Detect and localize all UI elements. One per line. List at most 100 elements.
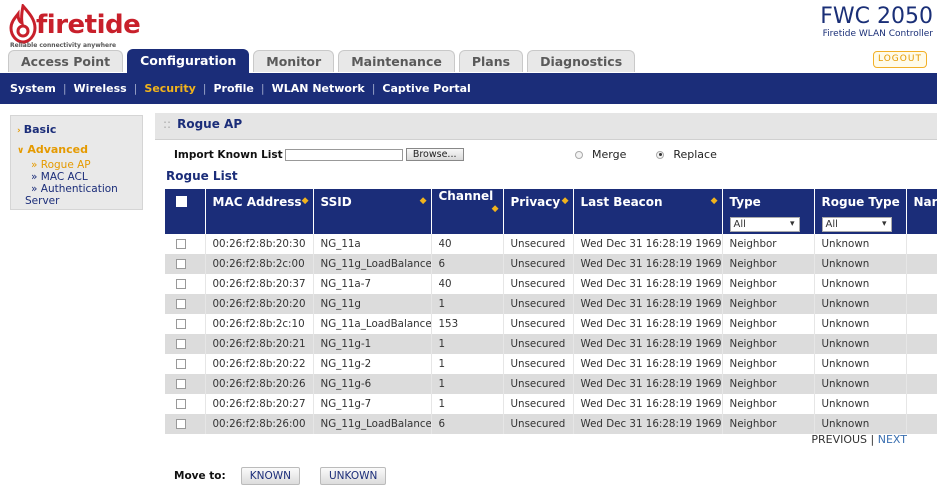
browse-button[interactable]: Browse... bbox=[405, 148, 464, 161]
row-checkbox[interactable] bbox=[176, 299, 186, 309]
row-checkbox[interactable] bbox=[176, 259, 186, 269]
subnav-wireless[interactable]: Wireless bbox=[74, 82, 127, 95]
table-row[interactable]: 00:26:f2:8b:20:20 NG_11g 1 Unsecured Wed Dec… bbox=[165, 294, 937, 314]
tab-plans[interactable]: Plans bbox=[458, 50, 524, 72]
channel-cell: 40 bbox=[431, 234, 504, 254]
tab-monitor[interactable]: Monitor bbox=[253, 50, 335, 72]
sort-icon[interactable]: ◆ bbox=[711, 196, 718, 206]
last-beacon-cell: Wed Dec 31 16:28:19 1969 bbox=[573, 394, 723, 414]
chevron-down-icon: ∨ bbox=[17, 146, 25, 156]
sub-navigation: System | Wireless | Security | Profile |… bbox=[0, 73, 937, 104]
table-row[interactable]: 00:26:f2:8b:20:30 NG_11a 40 Unsecured Wed De… bbox=[165, 234, 937, 254]
column-header-mac[interactable]: MAC Address ◆ bbox=[205, 189, 314, 214]
table-row[interactable]: 00:26:f2:8b:20:27 NG_11g-7 1 Unsecured Wed D… bbox=[165, 394, 937, 414]
product-name: FWC 2050 bbox=[820, 4, 933, 29]
row-checkbox[interactable] bbox=[176, 319, 186, 329]
subnav-captive-portal[interactable]: Captive Portal bbox=[382, 82, 470, 95]
product-block: FWC 2050 Firetide WLAN Controller bbox=[820, 4, 933, 39]
row-checkbox[interactable] bbox=[176, 399, 186, 409]
tab-diagnostics[interactable]: Diagnostics bbox=[527, 50, 636, 72]
name-cell bbox=[906, 374, 937, 394]
sidebar-item-authentication-server-cont[interactable]: Server bbox=[17, 195, 142, 207]
last-beacon-cell: Wed Dec 31 16:28:19 1969 bbox=[573, 414, 723, 434]
table-row[interactable]: 00:26:f2:8b:2c:10 NG_11a_LoadBalance 153 Un… bbox=[165, 314, 937, 334]
row-checkbox[interactable] bbox=[176, 379, 186, 389]
column-header-name[interactable]: Nar bbox=[906, 189, 937, 214]
move-known-button[interactable]: KNOWN bbox=[240, 467, 300, 485]
column-header-last-beacon[interactable]: Last Beacon ◆ bbox=[573, 189, 723, 214]
tab-access-point[interactable]: Access Point bbox=[8, 50, 124, 72]
subnav-wlan-network[interactable]: WLAN Network bbox=[272, 82, 365, 95]
merge-radio[interactable] bbox=[575, 150, 583, 159]
column-header-label: Nar bbox=[913, 194, 937, 209]
row-checkbox[interactable] bbox=[176, 239, 186, 249]
previous-link[interactable]: PREVIOUS bbox=[811, 433, 867, 446]
column-header-ssid[interactable]: SSID ◆ bbox=[313, 189, 432, 214]
tab-maintenance[interactable]: Maintenance bbox=[338, 50, 455, 72]
row-select-cell bbox=[165, 294, 206, 314]
replace-radio[interactable] bbox=[656, 150, 665, 159]
column-header-label: Last Beacon bbox=[580, 194, 663, 209]
name-cell bbox=[906, 234, 937, 254]
subnav-divider: | bbox=[260, 82, 265, 95]
type-filter-select[interactable]: All bbox=[729, 216, 800, 232]
filter-cell: All bbox=[722, 214, 815, 234]
logout-button[interactable]: LOGOUT bbox=[873, 51, 927, 68]
table-row[interactable]: 00:26:f2:8b:20:37 NG_11a-7 40 Unsecured Wed … bbox=[165, 274, 937, 294]
row-select-cell bbox=[165, 254, 206, 274]
tab-configuration[interactable]: Configuration bbox=[127, 49, 250, 73]
move-unknown-button[interactable]: UNKOWN bbox=[319, 467, 387, 485]
sort-icon[interactable]: ◆ bbox=[492, 204, 499, 214]
column-header-rogue-type[interactable]: Rogue Type bbox=[814, 189, 907, 214]
import-label: Import Known List bbox=[174, 148, 283, 161]
table-row[interactable]: 00:26:f2:8b:20:21 NG_11g-1 1 Unsecured Wed D… bbox=[165, 334, 937, 354]
move-to-bar: Move to: KNOWN UNKOWN bbox=[174, 467, 406, 485]
sidebar-item-basic[interactable]: › Basic bbox=[17, 122, 142, 139]
table-row[interactable]: 00:26:f2:8b:2c:00 NG_11g_LoadBalance 6 Unse… bbox=[165, 254, 937, 274]
sidebar-item-authentication-server[interactable]: » Authentication bbox=[17, 183, 142, 195]
select-all-checkbox[interactable] bbox=[176, 196, 187, 207]
subnav-profile[interactable]: Profile bbox=[213, 82, 253, 95]
row-select-cell bbox=[165, 314, 206, 334]
sidebar-item-label: Basic bbox=[23, 123, 57, 136]
ssid-cell: NG_11a bbox=[313, 234, 432, 254]
subnav-security[interactable]: Security bbox=[144, 82, 195, 95]
mac-cell: 00:26:f2:8b:2c:10 bbox=[205, 314, 314, 334]
filter-row: All All bbox=[165, 214, 937, 234]
row-checkbox[interactable] bbox=[176, 279, 186, 289]
rogue-type-cell: Unknown bbox=[814, 294, 907, 314]
filter-cell bbox=[503, 214, 574, 234]
privacy-cell: Unsecured bbox=[503, 234, 574, 254]
sidebar-item-mac-acl[interactable]: » MAC ACL bbox=[17, 171, 142, 183]
row-checkbox[interactable] bbox=[176, 359, 186, 369]
column-header-label: Privacy bbox=[510, 194, 561, 209]
select-all-header[interactable] bbox=[165, 189, 206, 214]
filter-cell bbox=[573, 214, 723, 234]
sort-icon[interactable]: ◆ bbox=[302, 196, 309, 206]
row-checkbox[interactable] bbox=[176, 419, 186, 429]
column-header-type[interactable]: Type bbox=[722, 189, 815, 214]
import-file-input[interactable] bbox=[284, 149, 403, 161]
subnav-divider: | bbox=[62, 82, 67, 95]
sidebar-item-advanced[interactable]: ∨ Advanced bbox=[17, 142, 142, 159]
sort-icon[interactable]: ◆ bbox=[562, 196, 569, 206]
type-cell: Neighbor bbox=[722, 414, 815, 434]
mac-cell: 00:26:f2:8b:20:26 bbox=[205, 374, 314, 394]
table-row[interactable]: 00:26:f2:8b:20:26 NG_11g-6 1 Unsecured Wed D… bbox=[165, 374, 937, 394]
table-row[interactable]: 00:26:f2:8b:20:22 NG_11g-2 1 Unsecured Wed D… bbox=[165, 354, 937, 374]
rogue-type-filter-select[interactable]: All bbox=[821, 216, 892, 232]
subnav-system[interactable]: System bbox=[10, 82, 56, 95]
column-header-channel[interactable]: Channel ◆ bbox=[431, 189, 504, 214]
logo-tagline: Reliable connectivity anywhere bbox=[10, 42, 117, 49]
row-checkbox[interactable] bbox=[176, 339, 186, 349]
privacy-cell: Unsecured bbox=[503, 414, 574, 434]
mac-cell: 00:26:f2:8b:20:27 bbox=[205, 394, 314, 414]
table-row[interactable]: 00:26:f2:8b:26:00 NG_11g_LoadBalance 6 Unse… bbox=[165, 414, 937, 434]
name-cell bbox=[906, 314, 937, 334]
next-link[interactable]: NEXT bbox=[878, 433, 907, 446]
column-header-privacy[interactable]: Privacy ◆ bbox=[503, 189, 574, 214]
sidebar-item-rogue-ap[interactable]: » Rogue AP bbox=[17, 159, 142, 171]
sort-icon[interactable]: ◆ bbox=[420, 196, 427, 206]
last-beacon-cell: Wed Dec 31 16:28:19 1969 bbox=[573, 294, 723, 314]
type-cell: Neighbor bbox=[722, 274, 815, 294]
